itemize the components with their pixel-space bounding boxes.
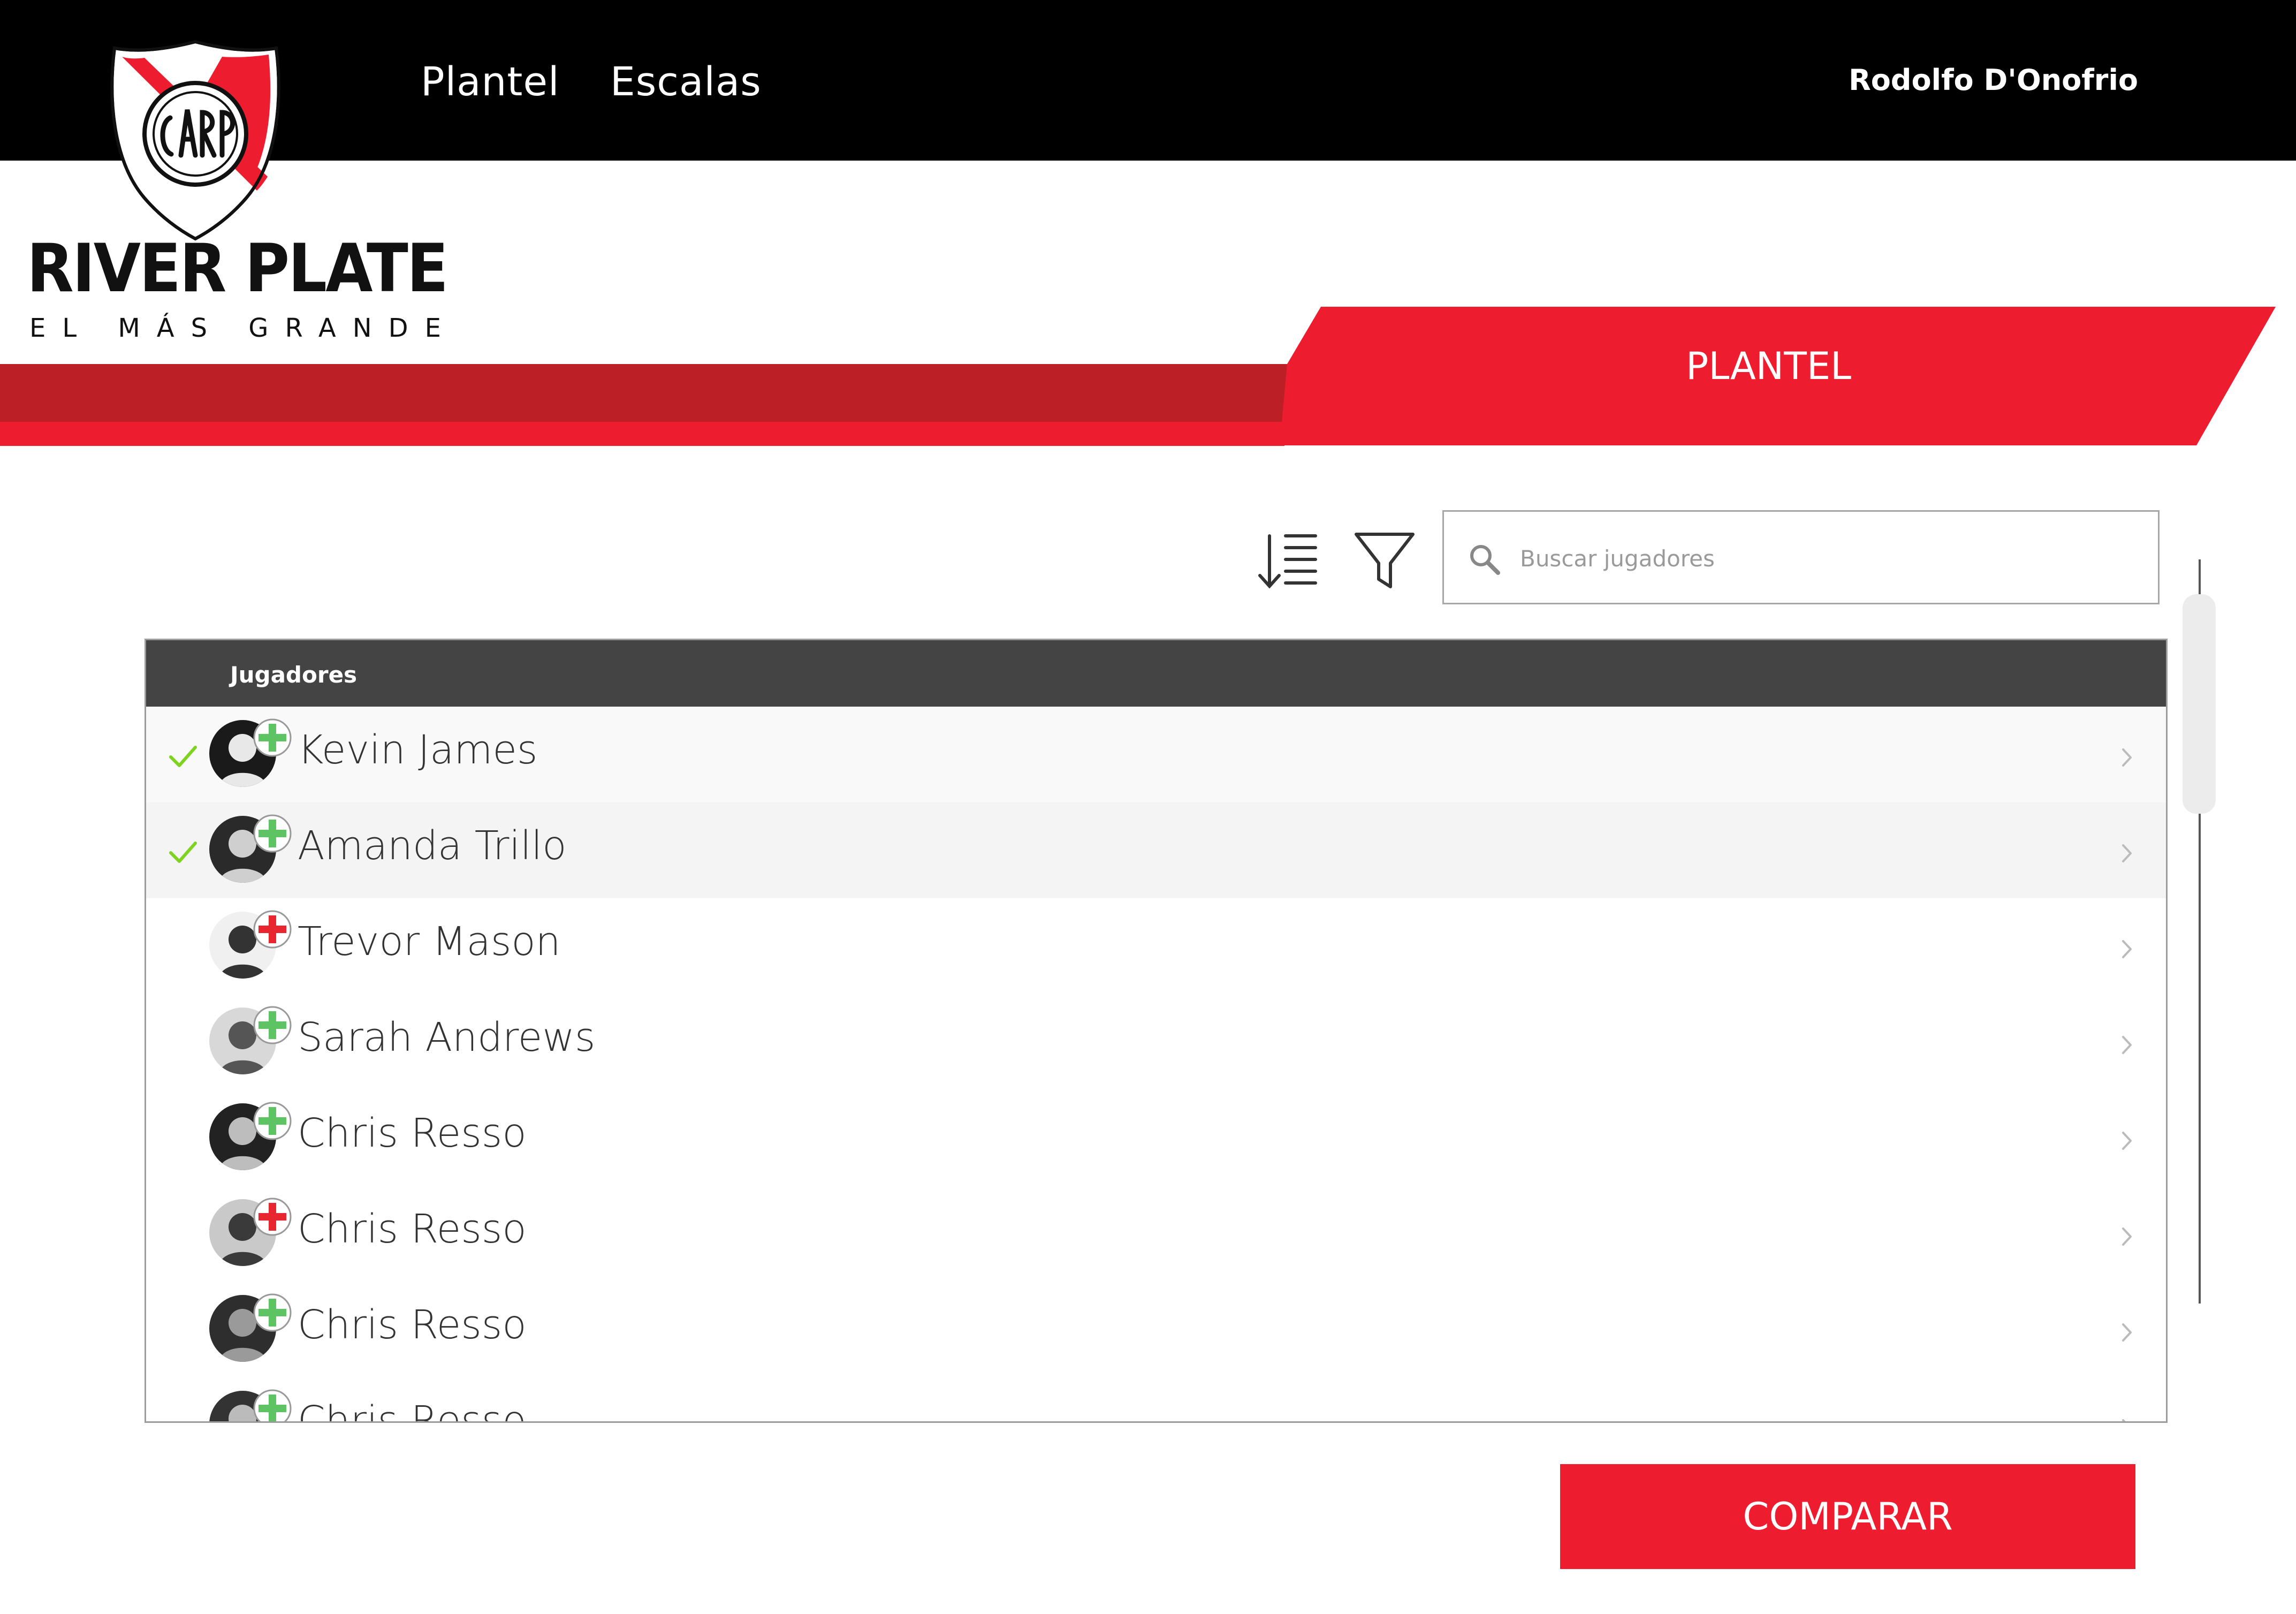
player-row[interactable]: Trevor Mason [146, 898, 2166, 994]
fitness-status-icon [253, 1389, 292, 1421]
fitness-status-icon [253, 910, 292, 949]
chevron-right-icon[interactable] [2119, 1032, 2135, 1058]
chevron-right-icon[interactable] [2119, 840, 2135, 867]
player-row[interactable]: Sarah Andrews [146, 994, 2166, 1090]
players-list: Kevin James Amanda Trillo Trevor Mason Sara… [146, 707, 2166, 1423]
player-name: Chris Resso [298, 1398, 527, 1423]
search-icon [1470, 545, 1500, 575]
section-banner [0, 307, 2276, 446]
nav-escalas-link[interactable]: Escalas [610, 59, 762, 105]
player-name: Sarah Andrews [298, 1014, 596, 1060]
players-table: Jugadores Kevin James Amanda Trillo Trevor… [145, 639, 2168, 1423]
fitness-status-icon [253, 1293, 292, 1332]
compare-button[interactable]: COMPARAR [1560, 1464, 2135, 1569]
section-title: PLANTEL [1686, 344, 1852, 388]
search-field[interactable] [1442, 510, 2160, 604]
player-row[interactable]: Chris Resso [146, 1377, 2166, 1423]
player-name: Trevor Mason [298, 919, 561, 965]
brand-title: RIVER PLATE [27, 230, 448, 307]
player-row[interactable]: Chris Resso [146, 1090, 2166, 1186]
chevron-right-icon[interactable] [2119, 936, 2135, 963]
chevron-right-icon[interactable] [2119, 1223, 2135, 1250]
scrollbar-thumb[interactable] [2183, 594, 2216, 814]
player-name: Amanda Trillo [298, 823, 567, 869]
sort-icon[interactable] [1258, 533, 1318, 592]
search-input[interactable] [1519, 533, 2137, 584]
fitness-status-icon [253, 1006, 292, 1044]
check-icon[interactable] [166, 836, 199, 868]
chevron-right-icon[interactable] [2119, 1319, 2135, 1346]
fitness-status-icon [253, 1198, 292, 1236]
chevron-right-icon[interactable] [2119, 1415, 2135, 1423]
nav-plantel-link[interactable]: Plantel [421, 59, 560, 105]
fitness-status-icon [253, 814, 292, 853]
filter-icon[interactable] [1353, 531, 1416, 591]
player-name: Chris Resso [298, 1302, 527, 1348]
fitness-status-icon [253, 1102, 292, 1140]
river-plate-crest-logo[interactable] [107, 37, 284, 244]
check-icon[interactable] [166, 740, 199, 772]
player-row[interactable]: Chris Resso [146, 1186, 2166, 1282]
player-row[interactable]: Kevin James [146, 707, 2166, 802]
fitness-status-icon [253, 718, 292, 757]
column-header-jugadores: Jugadores [230, 662, 358, 688]
chevron-right-icon[interactable] [2119, 1127, 2135, 1154]
table-header: Jugadores [146, 640, 2166, 707]
player-row[interactable]: Amanda Trillo [146, 802, 2166, 898]
user-name[interactable]: Rodolfo D'Onofrio [1849, 63, 2138, 97]
chevron-right-icon[interactable] [2119, 744, 2135, 771]
player-row[interactable]: Chris Resso [146, 1282, 2166, 1377]
player-name: Chris Resso [298, 1206, 527, 1252]
player-name: Kevin James [298, 727, 538, 773]
player-name: Chris Resso [298, 1110, 527, 1156]
